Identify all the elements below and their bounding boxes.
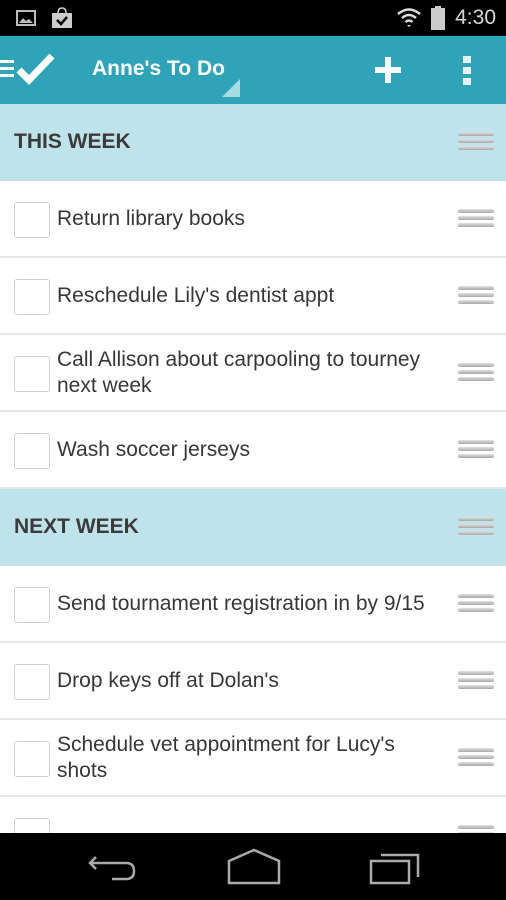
item-checkbox[interactable] (14, 433, 50, 469)
list-item[interactable]: Send tournament registration in by 9/15 (0, 566, 506, 643)
recent-apps-icon[interactable] (366, 847, 426, 887)
item-checkbox[interactable] (14, 587, 50, 623)
shopping-bag-check-icon (52, 7, 72, 28)
section-title: THIS WEEK (14, 130, 131, 153)
list-title-dropdown[interactable]: Anne's To Do (92, 57, 225, 81)
overflow-menu-icon[interactable] (454, 54, 480, 86)
wifi-icon (397, 8, 421, 27)
item-checkbox[interactable] (14, 279, 50, 315)
item-checkbox[interactable] (14, 664, 50, 700)
battery-icon (431, 6, 446, 30)
item-checkbox[interactable] (14, 202, 50, 238)
drag-handle-icon[interactable] (458, 286, 494, 308)
item-text[interactable] (57, 797, 437, 833)
image-notification-icon (16, 10, 36, 26)
drag-handle-icon[interactable] (458, 209, 494, 231)
section-header-this-week[interactable]: THIS WEEK (0, 104, 506, 181)
clock: 4:30 (455, 6, 496, 29)
drag-handle-icon[interactable] (458, 363, 494, 385)
item-checkbox[interactable] (14, 356, 50, 392)
list-item-partial[interactable] (0, 797, 506, 833)
todo-list: THIS WEEK Return library books Reschedul… (0, 104, 506, 833)
item-checkbox[interactable] (14, 818, 50, 833)
drag-handle-icon[interactable] (458, 440, 494, 462)
item-text[interactable]: Drop keys off at Dolan's (57, 643, 437, 718)
drag-handle-icon[interactable] (458, 748, 494, 770)
drag-handle-icon[interactable] (458, 517, 494, 539)
navigation-bar (0, 833, 506, 900)
dropdown-indicator-icon (222, 79, 240, 97)
drag-handle-icon[interactable] (458, 594, 494, 616)
drag-handle-icon[interactable] (458, 825, 494, 833)
section-title: NEXT WEEK (14, 515, 139, 538)
section-header-next-week[interactable]: NEXT WEEK (0, 489, 506, 566)
item-text[interactable]: Call Allison about carpooling to tourney… (57, 335, 437, 410)
list-item[interactable]: Return library books (0, 181, 506, 258)
drag-handle-icon[interactable] (458, 132, 494, 154)
item-text[interactable]: Reschedule Lily's dentist appt (57, 258, 437, 333)
list-item[interactable]: Schedule vet appointment for Lucy's shot… (0, 720, 506, 797)
item-text[interactable]: Send tournament registration in by 9/15 (57, 566, 437, 641)
status-bar: 4:30 (0, 0, 506, 36)
list-item[interactable]: Drop keys off at Dolan's (0, 643, 506, 720)
list-item[interactable]: Call Allison about carpooling to tourney… (0, 335, 506, 412)
app-bar: Anne's To Do (0, 36, 506, 104)
item-text[interactable]: Wash soccer jerseys (57, 412, 437, 487)
list-item[interactable]: Wash soccer jerseys (0, 412, 506, 489)
back-icon[interactable] (82, 847, 142, 887)
list-item[interactable]: Reschedule Lily's dentist appt (0, 258, 506, 335)
add-icon[interactable] (372, 54, 404, 86)
item-text[interactable]: Return library books (57, 181, 437, 256)
drag-handle-icon[interactable] (458, 671, 494, 693)
item-checkbox[interactable] (14, 741, 50, 777)
app-logo-check-icon[interactable] (0, 50, 60, 90)
home-icon[interactable] (224, 847, 284, 887)
item-text[interactable]: Schedule vet appointment for Lucy's shot… (57, 720, 437, 795)
